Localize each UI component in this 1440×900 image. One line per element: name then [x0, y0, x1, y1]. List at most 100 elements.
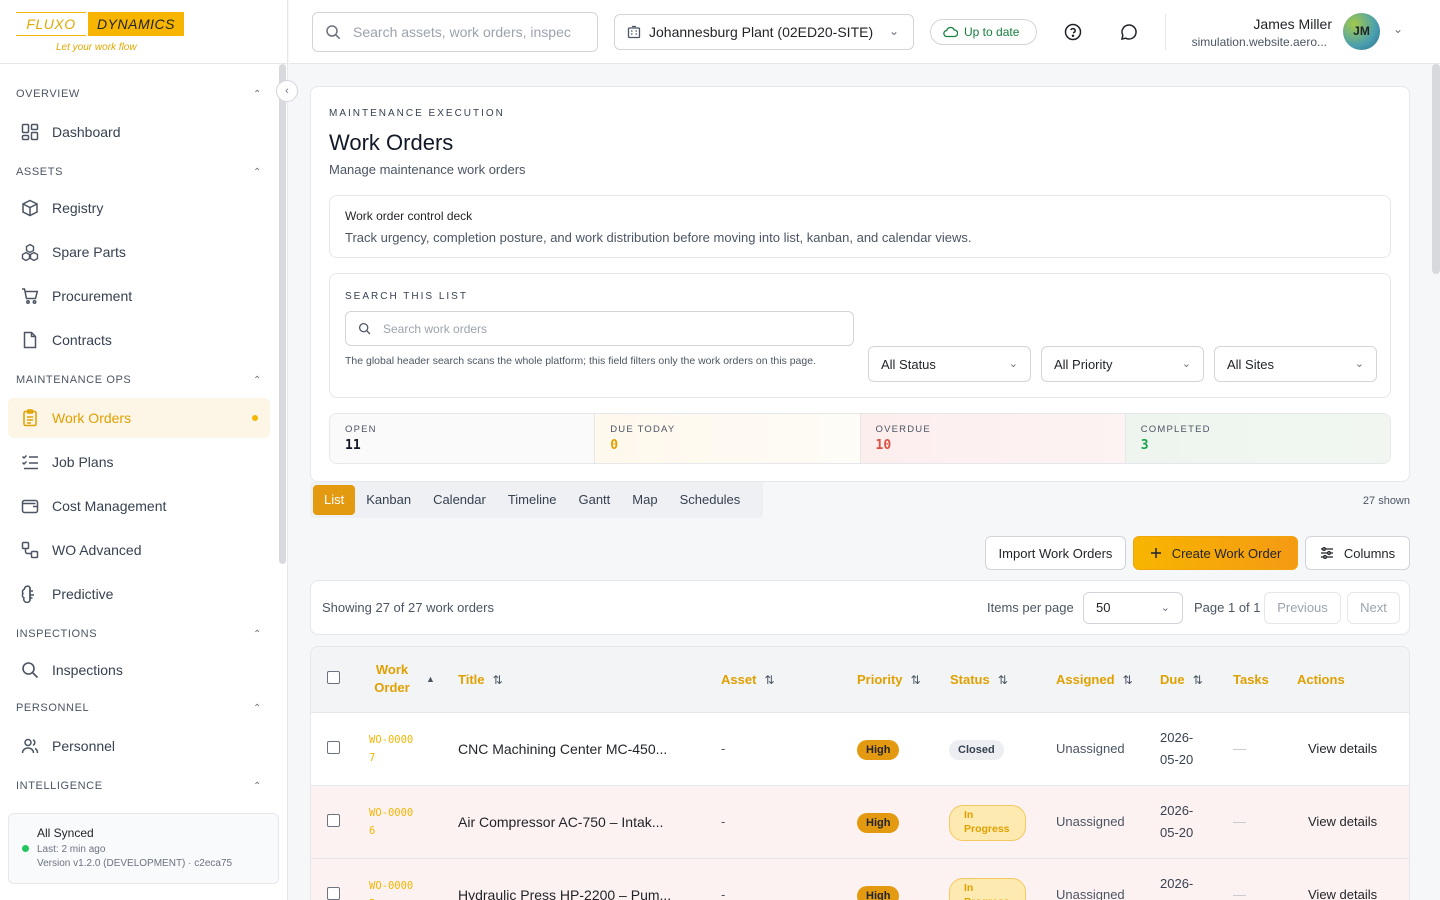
column-actions: Actions: [1297, 672, 1345, 687]
page-scrollbar[interactable]: [1432, 64, 1440, 274]
sidebar-item-inspections[interactable]: Inspections: [8, 650, 270, 690]
select-all-checkbox[interactable]: [327, 671, 340, 684]
section-maintenance-ops[interactable]: MAINTENANCE OPS ⌃: [0, 369, 278, 391]
section-assets[interactable]: ASSETS ⌃: [0, 161, 278, 183]
row-checkbox[interactable]: [327, 741, 340, 754]
sidebar-item-job-plans[interactable]: Job Plans: [8, 442, 270, 482]
sync-status-pill[interactable]: Up to date: [930, 19, 1037, 45]
search-hint: The global header search scans the whole…: [345, 355, 816, 367]
work-order-due: 2026-05-20: [1160, 876, 1194, 900]
table-row[interactable]: WO-00005 Hydraulic Press HP-2200 – Pum..…: [311, 859, 1409, 900]
avatar[interactable]: JM: [1343, 13, 1380, 50]
logo[interactable]: FLUXO DYNAMICS Let your work flow: [0, 0, 287, 64]
chevron-up-icon: ⌃: [253, 374, 262, 386]
sync-title: All Synced: [37, 826, 94, 840]
sync-status-dot: [22, 845, 29, 852]
section-personnel[interactable]: PERSONNEL ⌃: [0, 697, 278, 719]
row-checkbox[interactable]: [327, 814, 340, 827]
tab-list[interactable]: List: [313, 485, 356, 515]
column-title[interactable]: Title ⇅: [458, 672, 503, 687]
items-per-page-select[interactable]: 50 ⌄: [1083, 592, 1183, 624]
sidebar-item-predictive[interactable]: Predictive: [8, 574, 270, 614]
sidebar-item-work-orders[interactable]: Work Orders: [8, 398, 270, 438]
logo-word-dynamics: DYNAMICS: [88, 12, 184, 36]
table-row[interactable]: WO-00007 CNC Machining Center MC-450... …: [311, 713, 1409, 786]
stat-label: OPEN: [345, 424, 377, 435]
section-intelligence[interactable]: INTELLIGENCE ⌃: [0, 775, 278, 797]
view-details-link[interactable]: View details: [1308, 887, 1377, 900]
stat-overdue[interactable]: OVERDUE 10: [860, 414, 1126, 463]
sidebar-item-wo-advanced[interactable]: WO Advanced: [8, 530, 270, 570]
header-divider: [1165, 14, 1166, 50]
chevron-left-icon: ‹: [285, 85, 289, 97]
sidebar-item-registry[interactable]: Registry: [8, 188, 270, 228]
work-order-title[interactable]: Air Compressor AC-750 – Intak...: [458, 814, 663, 830]
chevron-down-icon[interactable]: ⌄: [1393, 22, 1403, 36]
create-work-order-button[interactable]: Create Work Order: [1133, 536, 1298, 570]
sidebar-item-personnel[interactable]: Personnel: [8, 726, 270, 766]
global-search-input[interactable]: Search assets, work orders, inspec: [312, 12, 598, 52]
sidebar-item-spare-parts[interactable]: Spare Parts: [8, 232, 270, 272]
columns-button[interactable]: Columns: [1305, 536, 1410, 570]
priority-filter-value: All Priority: [1054, 356, 1113, 372]
brain-icon: [20, 584, 40, 604]
tab-gantt[interactable]: Gantt: [567, 485, 621, 515]
previous-page-button[interactable]: Previous: [1264, 592, 1341, 624]
chevron-down-icon: ⌄: [1181, 358, 1191, 370]
tab-timeline[interactable]: Timeline: [497, 485, 568, 515]
status-badge: Closed: [949, 740, 1004, 760]
priority-filter[interactable]: All Priority ⌄: [1041, 346, 1204, 382]
view-details-link[interactable]: View details: [1308, 741, 1377, 756]
column-work-order[interactable]: Work Order ▲: [374, 661, 454, 697]
sidebar-item-procurement[interactable]: Procurement: [8, 276, 270, 316]
stat-due-today[interactable]: DUE TODAY 0: [595, 414, 861, 463]
column-due[interactable]: Due ⇅: [1160, 672, 1203, 687]
work-order-tasks: —: [1233, 741, 1246, 756]
import-work-orders-button[interactable]: Import Work Orders: [985, 536, 1126, 570]
column-asset[interactable]: Asset ⇅: [721, 672, 774, 687]
work-order-title[interactable]: Hydraulic Press HP-2200 – Pum...: [458, 887, 671, 900]
priority-badge: High: [857, 886, 900, 900]
work-order-id[interactable]: WO-00005: [369, 877, 419, 900]
status-filter[interactable]: All Status ⌄: [868, 346, 1031, 382]
collapse-sidebar-button[interactable]: ‹: [276, 80, 298, 102]
section-label: INTELLIGENCE: [16, 780, 103, 792]
tab-map[interactable]: Map: [621, 485, 668, 515]
work-order-id[interactable]: WO-00007: [369, 731, 419, 767]
view-details-link[interactable]: View details: [1308, 814, 1377, 829]
sort-icon: ⇅: [1192, 672, 1203, 687]
work-order-id[interactable]: WO-00006: [369, 804, 419, 840]
chat-icon[interactable]: [1119, 22, 1139, 42]
sync-last: Last: 2 min ago: [37, 844, 106, 855]
tab-schedules[interactable]: Schedules: [669, 485, 752, 515]
chevron-up-icon: ⌃: [253, 628, 262, 640]
row-checkbox[interactable]: [327, 887, 340, 900]
sidebar-item-dashboard[interactable]: Dashboard: [8, 112, 270, 152]
next-page-button[interactable]: Next: [1347, 592, 1400, 624]
sidebar-item-label: Registry: [52, 200, 104, 216]
sidebar-scrollbar[interactable]: [279, 64, 286, 564]
section-inspections[interactable]: INSPECTIONS ⌃: [0, 623, 278, 645]
column-assigned[interactable]: Assigned ⇅: [1056, 672, 1133, 687]
site-selector[interactable]: Johannesburg Plant (02ED20-SITE) ⌄: [614, 14, 914, 50]
column-status[interactable]: Status ⇅: [950, 672, 1008, 687]
priority-badge: High: [857, 740, 900, 760]
work-order-search-input[interactable]: Search work orders: [345, 311, 854, 346]
tab-calendar[interactable]: Calendar: [422, 485, 497, 515]
sidebar-item-cost-management[interactable]: Cost Management: [8, 486, 270, 526]
help-icon[interactable]: [1063, 22, 1083, 42]
table-row[interactable]: WO-00006 Air Compressor AC-750 – Intak..…: [311, 786, 1409, 859]
stat-open[interactable]: OPEN 11: [330, 414, 596, 463]
chevron-down-icon: ⌄: [1008, 358, 1018, 370]
work-order-title[interactable]: CNC Machining Center MC-450...: [458, 741, 667, 757]
wallet-icon: [20, 496, 40, 516]
column-label: Work Order: [374, 662, 410, 695]
site-filter[interactable]: All Sites ⌄: [1214, 346, 1377, 382]
sidebar-item-contracts[interactable]: Contracts: [8, 320, 270, 360]
stat-completed[interactable]: COMPLETED 3: [1125, 414, 1390, 463]
user-email: simulation.website.aero...: [1191, 35, 1327, 49]
column-priority[interactable]: Priority ⇅: [857, 672, 921, 687]
work-order-assignee: Unassigned: [1056, 814, 1125, 829]
tab-kanban[interactable]: Kanban: [355, 485, 422, 515]
section-overview[interactable]: OVERVIEW ⌃: [0, 83, 278, 105]
